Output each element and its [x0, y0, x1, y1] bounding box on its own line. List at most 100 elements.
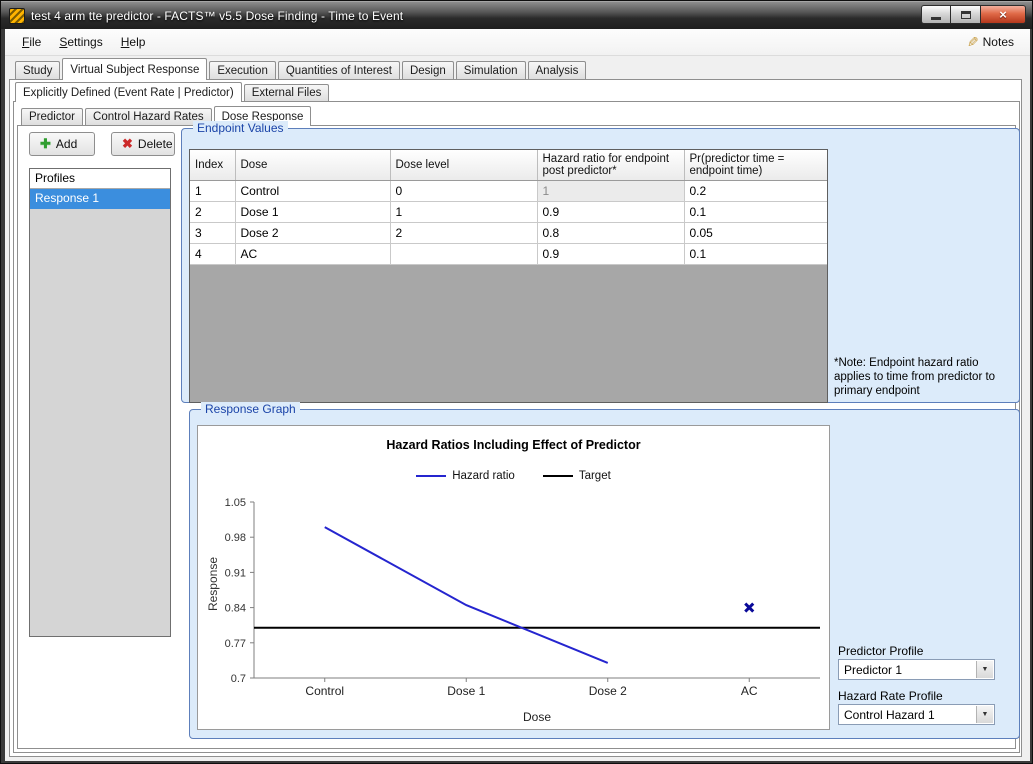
menu-file[interactable]: File: [13, 31, 50, 53]
endpoint-values-group-title: Endpoint Values: [193, 121, 288, 135]
grid-cell[interactable]: 0: [390, 180, 537, 201]
vsr-tab-strip: Explicitly Defined (Event Rate | Predict…: [15, 82, 331, 102]
column-header-dose-level: Dose level: [390, 150, 537, 180]
grid-cell[interactable]: 4: [190, 243, 235, 264]
response-chart: Hazard Ratios Including Effect of Predic…: [197, 425, 830, 730]
svg-text:0.77: 0.77: [225, 638, 246, 650]
predictor-combo-button[interactable]: ▼: [976, 661, 993, 678]
column-header-index: Index: [190, 150, 235, 180]
minimize-button[interactable]: [921, 5, 951, 24]
profiles-list: Profiles Response 1: [29, 168, 171, 637]
response-graph-group-title: Response Graph: [201, 402, 300, 416]
window-controls: ×: [921, 5, 1026, 24]
app-window: test 4 arm tte predictor - FACTS™ v5.5 D…: [0, 0, 1033, 764]
legend-swatch-hazard: [416, 475, 446, 477]
tab-analysis[interactable]: Analysis: [528, 61, 587, 79]
hazard-combo-button[interactable]: ▼: [976, 706, 993, 723]
close-icon: ×: [999, 7, 1007, 22]
legend-label-target: Target: [579, 470, 611, 482]
chart-plot-area: 0.70.770.840.910.981.05ControlDose 1Dose…: [204, 496, 828, 708]
tab-virtual-subject-response[interactable]: Virtual Subject Response: [62, 58, 207, 80]
grid-cell[interactable]: AC: [235, 243, 390, 264]
grid-cell[interactable]: 0.9: [537, 243, 684, 264]
grid-cell[interactable]: 0.05: [684, 222, 827, 243]
tab-design[interactable]: Design: [402, 61, 454, 79]
delete-button[interactable]: ✖ Delete: [111, 132, 175, 156]
delete-button-label: Delete: [138, 137, 173, 151]
notes-icon: ✎: [967, 34, 979, 51]
tab-execution[interactable]: Execution: [209, 61, 276, 79]
legend-label-hazard-ratio: Hazard ratio: [452, 470, 515, 482]
tab-quantities-of-interest[interactable]: Quantities of Interest: [278, 61, 400, 79]
tab-explicitly-defined[interactable]: Explicitly Defined (Event Rate | Predict…: [15, 82, 242, 102]
tab-simulation[interactable]: Simulation: [456, 61, 526, 79]
svg-text:0.98: 0.98: [225, 532, 246, 544]
grid-cell: 1: [537, 180, 684, 201]
svg-text:0.84: 0.84: [225, 603, 246, 615]
grid-cell[interactable]: Dose 1: [235, 201, 390, 222]
column-header-pr: Pr(predictor time = endpoint time): [684, 150, 827, 180]
minimize-icon: [931, 17, 941, 20]
add-icon: ✚: [40, 136, 51, 152]
grid-row: 2 Dose 1 1 0.9 0.1: [190, 201, 827, 222]
grid-row: 3 Dose 2 2 0.8 0.05: [190, 222, 827, 243]
svg-text:Dose 1: Dose 1: [447, 684, 485, 698]
legend-item-target: Target: [543, 470, 611, 482]
close-button[interactable]: ×: [981, 5, 1026, 24]
notes-label: Notes: [983, 35, 1014, 49]
chevron-down-icon: ▼: [982, 666, 989, 673]
grid-cell[interactable]: 0.2: [684, 180, 827, 201]
maximize-button[interactable]: [951, 5, 981, 24]
grid-cell[interactable]: 1: [190, 180, 235, 201]
column-header-hazard-ratio: Hazard ratio for endpoint post predictor…: [537, 150, 684, 180]
hazard-rate-profile-label: Hazard Rate Profile: [838, 689, 943, 703]
client-area: File Settings Help ✎ Notes Study Virtual…: [5, 29, 1030, 761]
tab-external-files[interactable]: External Files: [244, 84, 330, 101]
menu-help[interactable]: Help: [112, 31, 155, 53]
svg-text:AC: AC: [741, 684, 758, 698]
grid-cell[interactable]: 0.9: [537, 201, 684, 222]
grid-cell[interactable]: 3: [190, 222, 235, 243]
app-icon[interactable]: [9, 8, 25, 24]
grid-cell[interactable]: 0.1: [684, 201, 827, 222]
tab-predictor[interactable]: Predictor: [21, 108, 83, 125]
tab-study[interactable]: Study: [15, 61, 60, 79]
svg-text:0.91: 0.91: [225, 567, 246, 579]
grid-cell[interactable]: Control: [235, 180, 390, 201]
endpoint-values-grid: Index Dose Dose level Hazard ratio for e…: [189, 149, 828, 403]
delete-icon: ✖: [122, 136, 133, 152]
grid-row: 4 AC 0.9 0.1: [190, 243, 827, 264]
menu-bar: File Settings Help ✎ Notes: [5, 29, 1030, 56]
predictor-profile-value: Predictor 1: [844, 663, 902, 677]
add-button-label: Add: [56, 137, 77, 151]
grid-cell[interactable]: [390, 243, 537, 264]
hazard-rate-profile-select[interactable]: Control Hazard 1 ▼: [838, 704, 995, 725]
endpoint-note: *Note: Endpoint hazard ratio applies to …: [834, 357, 1018, 398]
grid-cell[interactable]: 2: [190, 201, 235, 222]
grid-cell[interactable]: 1: [390, 201, 537, 222]
maximize-icon: [961, 11, 971, 19]
chart-legend: Hazard ratio Target: [198, 470, 829, 482]
menu-settings[interactable]: Settings: [50, 31, 111, 53]
predictor-profile-label: Predictor Profile: [838, 644, 923, 658]
chart-title: Hazard Ratios Including Effect of Predic…: [198, 438, 829, 452]
grid-cell[interactable]: 0.1: [684, 243, 827, 264]
svg-text:1.05: 1.05: [225, 497, 246, 509]
legend-swatch-target: [543, 475, 573, 477]
legend-item-hazard-ratio: Hazard ratio: [416, 470, 515, 482]
hazard-rate-profile-value: Control Hazard 1: [844, 708, 935, 722]
grid-cell[interactable]: 2: [390, 222, 537, 243]
window-title: test 4 arm tte predictor - FACTS™ v5.5 D…: [31, 9, 403, 23]
profile-item-response-1[interactable]: Response 1: [30, 189, 170, 209]
chart-x-axis-label: Dose: [254, 710, 820, 724]
titlebar[interactable]: test 4 arm tte predictor - FACTS™ v5.5 D…: [1, 1, 1032, 29]
main-tab-strip: Study Virtual Subject Response Execution…: [15, 58, 588, 80]
column-header-dose: Dose: [235, 150, 390, 180]
svg-text:Dose 2: Dose 2: [589, 684, 627, 698]
grid-cell[interactable]: 0.8: [537, 222, 684, 243]
grid-cell[interactable]: Dose 2: [235, 222, 390, 243]
predictor-profile-select[interactable]: Predictor 1 ▼: [838, 659, 995, 680]
notes-button[interactable]: ✎ Notes: [961, 31, 1020, 54]
chevron-down-icon: ▼: [982, 711, 989, 718]
add-button[interactable]: ✚ Add: [29, 132, 95, 156]
